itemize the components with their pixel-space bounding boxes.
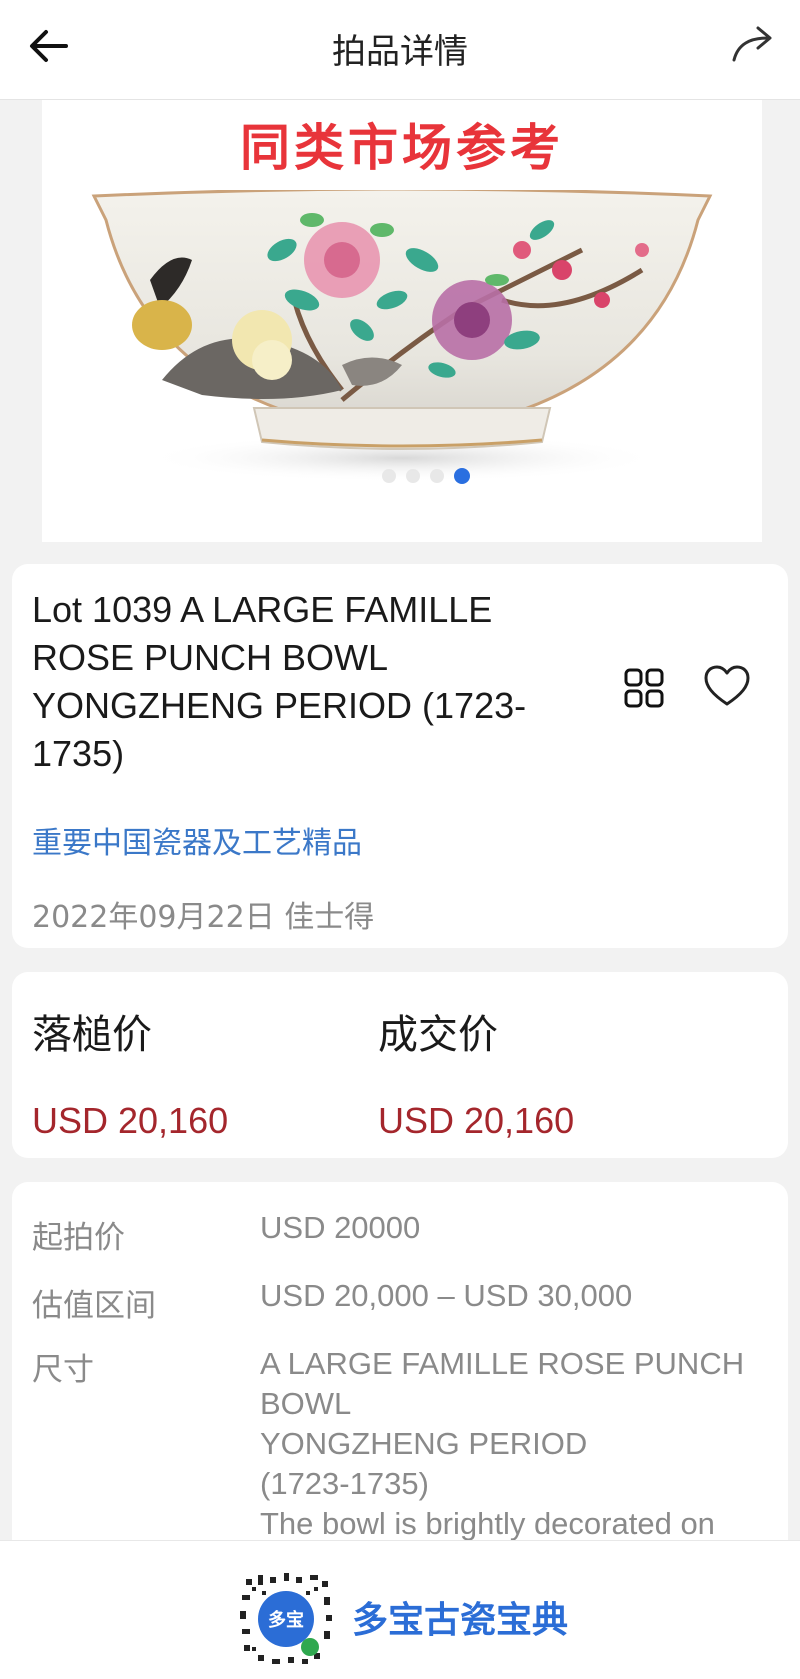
carousel-indicator [382, 466, 470, 486]
page-title: 拍品详情 [332, 32, 468, 72]
deal-price-label: 成交价 [378, 1012, 498, 1058]
sale-name-link[interactable]: 重要中国瓷器及工艺精品 [32, 818, 362, 862]
hammer-price-value: USD 20,160 [32, 1100, 229, 1141]
size-value: A LARGE FAMILLE ROSE PUNCH BOWL YONGZHEN… [260, 1346, 745, 1541]
deal-price-value: USD 20,160 [378, 1100, 575, 1141]
auction-date-house: 2022年09月22日 佳士得 [32, 900, 375, 935]
price-card: 落槌价 USD 20,160 成交价 USD 20,160 [12, 972, 788, 1158]
carousel-slide[interactable]: 同类市场参考 [42, 100, 762, 542]
grid-icon[interactable] [620, 664, 668, 712]
famille-rose-bowl-image [91, 190, 713, 482]
carousel-dot-active[interactable] [454, 468, 470, 484]
svg-text:多宝: 多宝 [268, 1609, 304, 1631]
hammer-price-block: 落槌价 USD 20,160 [32, 1002, 228, 1142]
app-name[interactable]: 多宝古瓷宝典 [352, 1591, 568, 1643]
lot-title: Lot 1039 A LARGE FAMILLE ROSE PUNCH BOWL… [32, 589, 527, 774]
mini-program-qr-icon[interactable]: 多宝 [236, 1569, 336, 1669]
deal-price-block: 成交价 USD 20,160 [378, 1002, 574, 1142]
lot-info-card: Lot 1039 A LARGE FAMILLE ROSE PUNCH BOWL… [12, 564, 788, 948]
start-price-value: USD 20000 [260, 1210, 421, 1245]
app-footer: 多宝 多宝古瓷宝典 [0, 1540, 800, 1679]
share-arrow-icon[interactable] [728, 20, 778, 70]
carousel-dot[interactable] [406, 469, 420, 483]
size-label: 尺寸 [32, 1352, 94, 1388]
carousel-dot[interactable] [382, 469, 396, 483]
image-carousel[interactable]: 同类市场参考 [0, 100, 800, 558]
estimate-value: USD 20,000 – USD 30,000 [260, 1278, 633, 1313]
market-reference-banner: 同类市场参考 [240, 119, 564, 177]
top-nav-bar: 拍品详情 [0, 0, 800, 100]
hammer-price-label: 落槌价 [32, 1012, 152, 1058]
estimate-label: 估值区间 [32, 1288, 156, 1324]
heart-icon[interactable] [702, 662, 752, 712]
start-price-label: 起拍价 [32, 1220, 125, 1256]
carousel-dot[interactable] [430, 469, 444, 483]
